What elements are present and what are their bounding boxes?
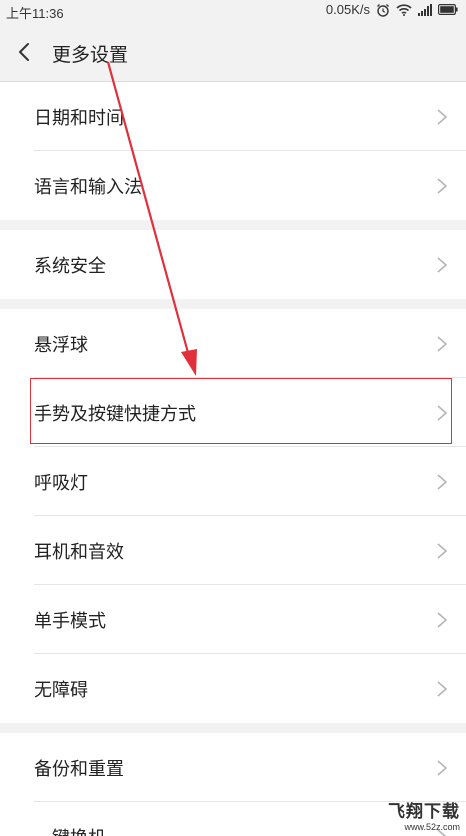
status-icons: 0.05K/s <box>326 2 458 17</box>
settings-item-label: 语言和输入法 <box>34 177 142 198</box>
watermark-url: www.52z.com <box>404 822 460 832</box>
chevron-right-icon <box>436 680 448 698</box>
watermark-logo: 飞翔下载 www.52z.com <box>388 797 460 832</box>
settings-item-label: 耳机和音效 <box>34 542 124 563</box>
settings-item-label: 单手模式 <box>34 611 106 632</box>
settings-item-label: 手势及按键快捷方式 <box>34 404 196 425</box>
status-bar: 上午11:36 0.05K/s <box>0 0 466 22</box>
title-bar: 更多设置 <box>0 22 466 82</box>
group-separator <box>0 299 466 309</box>
settings-item-notification-light[interactable]: 呼吸灯 <box>0 447 466 516</box>
settings-item-date-time[interactable]: 日期和时间 <box>0 82 466 151</box>
status-time: 上午11:36 <box>6 6 64 21</box>
settings-item-label: 备份和重置 <box>34 759 124 780</box>
chevron-right-icon <box>436 611 448 629</box>
chevron-left-icon[interactable] <box>14 40 36 64</box>
settings-item-label: 呼吸灯 <box>34 473 88 494</box>
group-separator <box>0 220 466 230</box>
watermark-title: 飞翔下载 <box>388 802 460 822</box>
chevron-right-icon <box>436 335 448 353</box>
chevron-right-icon <box>436 256 448 274</box>
wifi-icon <box>396 3 412 16</box>
settings-item-label: 悬浮球 <box>34 335 88 356</box>
settings-item-label: 日期和时间 <box>34 108 124 129</box>
settings-item-floating-ball[interactable]: 悬浮球 <box>0 309 466 378</box>
signal-icon <box>418 3 432 16</box>
chevron-right-icon <box>436 177 448 195</box>
network-speed: 0.05K/s <box>325 2 370 17</box>
chevron-right-icon <box>436 108 448 126</box>
chevron-right-icon <box>436 542 448 560</box>
alarm-icon <box>376 3 390 17</box>
settings-item-one-handed[interactable]: 单手模式 <box>0 585 466 654</box>
page-title: 更多设置 <box>52 44 129 66</box>
settings-item-language[interactable]: 语言和输入法 <box>0 151 466 220</box>
settings-item-label: 无障碍 <box>34 680 88 701</box>
settings-list: 日期和时间 语言和输入法 系统安全 悬浮球 手势及按键快捷方式 呼吸灯 耳机和音… <box>0 82 466 836</box>
settings-item-headphones-audio[interactable]: 耳机和音效 <box>0 516 466 585</box>
chevron-right-icon <box>436 473 448 491</box>
settings-item-security[interactable]: 系统安全 <box>0 230 466 299</box>
chevron-right-icon <box>436 759 448 777</box>
settings-item-gesture-shortcuts[interactable]: 手势及按键快捷方式 <box>0 378 466 447</box>
chevron-right-icon <box>436 404 448 422</box>
settings-item-backup-reset[interactable]: 备份和重置 <box>0 733 466 802</box>
settings-item-accessibility[interactable]: 无障碍 <box>0 654 466 723</box>
battery-icon <box>438 4 458 15</box>
settings-item-label: 一键换机 <box>34 824 106 836</box>
settings-item-label: 系统安全 <box>34 256 106 277</box>
group-separator <box>0 723 466 733</box>
